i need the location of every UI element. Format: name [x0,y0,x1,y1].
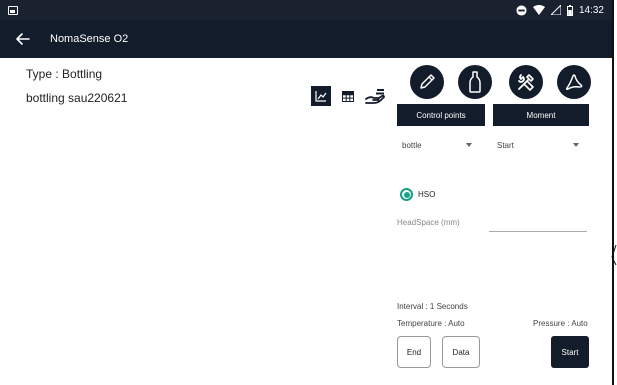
data-button[interactable]: Data [442,336,480,368]
hso-label: HSO [418,190,436,199]
app-title: NomaSense O2 [50,33,129,45]
tools-icon [518,74,534,91]
arrow-left-icon [16,33,30,45]
headspace-label: HeadSpace (mm) [397,218,460,227]
status-bar: 14:32 [0,0,612,20]
app-window: 14:32 NomaSense O2 Type : Bottling bottl… [0,0,614,385]
temperature-text: Temperature : Auto [397,319,465,328]
back-button[interactable] [12,28,34,50]
chart-icon [315,91,327,102]
interval-text: Interval : 1 Seconds [397,302,468,311]
status-icons: 14:32 [516,4,604,16]
hso-radio[interactable]: HSO [400,188,435,201]
moment-select[interactable]: Start [497,138,579,152]
pdf-icon [565,74,583,91]
radio-selected-dot [403,191,410,198]
headspace-input[interactable] [489,218,587,232]
signal-icon [550,5,561,15]
radio-button-icon [400,188,413,201]
type-label: Type : Bottling [26,67,103,81]
end-button[interactable]: End [397,336,431,368]
notification-icon [8,5,18,15]
container-select[interactable]: bottle [402,138,472,152]
container-select-value: bottle [402,140,422,150]
status-time: 14:32 [578,4,604,16]
measurement-name: bottling sau220621 [26,91,128,105]
edge-mark [611,245,617,265]
bottle-button[interactable] [458,65,492,99]
hand-icon [365,89,385,104]
tools-button[interactable] [509,65,543,99]
pencil-icon [420,74,435,89]
wifi-icon [532,5,545,15]
manual-entry-button[interactable] [364,86,386,106]
table-view-button[interactable] [340,86,356,106]
control-points-button[interactable]: Control points [397,104,485,126]
chart-view-button[interactable] [311,86,331,106]
edit-button[interactable] [410,65,444,99]
moment-select-value: Start [497,140,514,150]
table-icon [342,90,354,102]
pressure-text: Pressure : Auto [533,319,588,328]
pdf-export-button[interactable] [557,65,591,99]
chevron-down-icon [466,143,472,147]
start-button[interactable]: Start [551,336,589,368]
chevron-down-icon [573,143,579,147]
moment-button[interactable]: Moment [493,104,589,126]
do-not-disturb-icon [516,4,527,16]
app-bar: NomaSense O2 [0,20,612,58]
bottle-icon [469,71,481,93]
battery-icon [566,4,573,16]
